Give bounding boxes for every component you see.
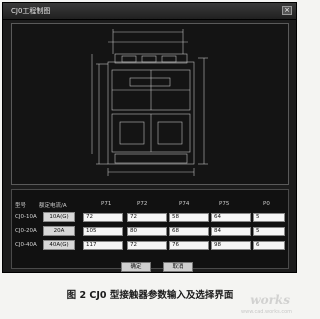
param-field-p71[interactable]: 117 [83,241,123,250]
header-p0: P0 [263,201,270,207]
param-field-p71[interactable]: 72 [83,213,123,222]
window-title: CJ0工程制图 [11,7,51,15]
param-field-p72[interactable]: 72 [127,213,167,222]
row-model-label: CJ0-20A [15,228,37,234]
param-field-p71[interactable]: 105 [83,227,123,236]
param-field-p0[interactable]: 5 [253,213,285,222]
close-button[interactable]: × [282,6,292,15]
param-field-p74[interactable]: 68 [169,227,209,236]
param-field-p75[interactable]: 64 [211,213,251,222]
param-field-p72[interactable]: 80 [127,227,167,236]
row-model-label: CJ0-10A [15,214,37,220]
drawing-preview [11,23,289,185]
header-p71: P71 [101,201,112,207]
header-p75: P75 [219,201,230,207]
dialog-window: CJ0工程制图 × 型号 额定电流/A P71 P72 P74 P75 P0 C… [2,2,297,273]
row-model-label: CJ0-40A [15,242,37,248]
select-current-button[interactable]: 20A [43,226,75,236]
header-p74: P74 [179,201,190,207]
param-field-p74[interactable]: 76 [169,241,209,250]
title-bar: CJ0工程制图 × [3,3,296,20]
watermark-logo: works [250,293,290,307]
param-field-p0[interactable]: 6 [253,241,285,250]
header-rated-current: 额定电流/A [39,203,67,209]
header-model: 型号 [15,203,27,209]
param-field-p75[interactable]: 84 [211,227,251,236]
watermark-url: www.cad.works.com [241,309,292,315]
param-field-p72[interactable]: 72 [127,241,167,250]
cancel-button[interactable]: 取消 [163,262,193,272]
param-field-p75[interactable]: 98 [211,241,251,250]
param-field-p0[interactable]: 5 [253,227,285,236]
select-current-button[interactable]: 10A(G) [43,212,75,222]
header-p72: P72 [137,201,148,207]
select-current-button[interactable]: 40A(G) [43,240,75,250]
ok-button[interactable]: 确定 [121,262,151,272]
contactor-drawing [91,29,208,176]
param-field-p74[interactable]: 58 [169,213,209,222]
